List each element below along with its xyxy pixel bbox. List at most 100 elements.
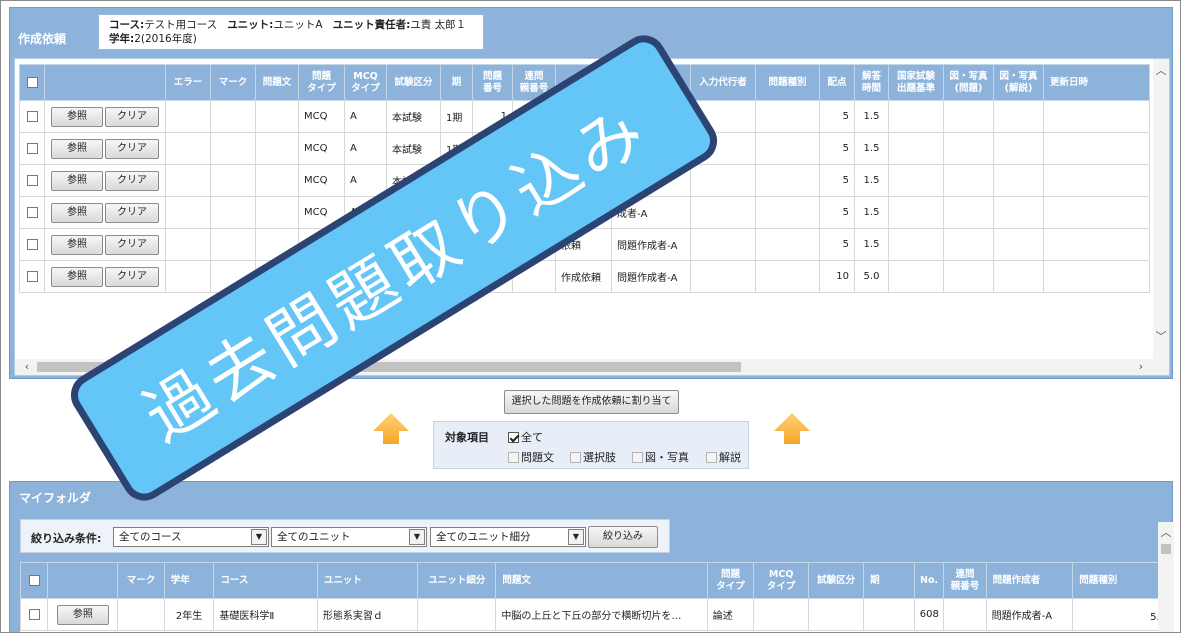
chevron-down-icon[interactable]: ▼ — [251, 529, 267, 545]
reference-button[interactable]: 参照 — [56, 604, 109, 625]
row-checkbox[interactable] — [26, 110, 38, 122]
request-row: 参照 クリア 作成依頼 問題作成者-A 10 5.0 — [19, 260, 1150, 293]
col-header: 問題種別 — [755, 64, 820, 101]
cell-error — [165, 260, 211, 293]
select-all-header[interactable] — [19, 64, 45, 101]
row-checkbox[interactable] — [26, 206, 38, 218]
scroll-left-icon[interactable]: ‹ — [19, 359, 35, 375]
cell-kind — [755, 260, 820, 293]
row-action-cell: 参照 クリア — [44, 260, 166, 293]
filter-button[interactable]: 絞り込み — [588, 526, 658, 548]
cell-updated — [1043, 164, 1150, 197]
row-select-cell[interactable] — [19, 132, 45, 165]
col-header: 問題作成者 — [985, 562, 1074, 599]
cell-fig_a — [993, 164, 1044, 197]
cell-error — [165, 100, 211, 133]
cell-updated — [1043, 100, 1150, 133]
select-all-checkbox[interactable] — [28, 574, 40, 586]
reference-button[interactable]: 参照 — [51, 202, 103, 223]
row-select-cell[interactable] — [19, 164, 45, 197]
col-header: 連問 親番号 — [943, 562, 987, 599]
clear-button[interactable]: クリア — [105, 266, 159, 287]
target-option-choices[interactable]: 選択肢 — [570, 449, 616, 465]
target-option-explanation[interactable]: 解説 — [706, 449, 741, 465]
scroll-down-icon[interactable]: ﹀ — [1153, 329, 1169, 345]
row-action-cell: 参照 クリア — [44, 132, 166, 165]
target-option-checkbox[interactable] — [706, 451, 717, 463]
target-option-figures[interactable]: 図・写真 — [632, 449, 689, 465]
cell-unit_detail — [417, 598, 497, 631]
clear-button[interactable]: クリア — [105, 170, 159, 191]
target-option-checkbox[interactable] — [570, 451, 581, 463]
row-checkbox[interactable] — [26, 270, 38, 282]
course-info-box: コース:テスト用コース ユニット:ユニットA ユニット責任者:ユ責 太郎１ 学年… — [98, 14, 484, 50]
cell-kind — [755, 164, 820, 197]
reference-button[interactable]: 参照 — [51, 234, 103, 255]
clear-button[interactable]: クリア — [105, 138, 159, 159]
select-all-checkbox[interactable] — [26, 76, 38, 88]
cell-fig_a — [993, 260, 1044, 293]
cell-updated — [1043, 196, 1150, 229]
col-header: 問題種別 — [1072, 562, 1160, 599]
target-all-option[interactable]: 全て — [508, 429, 543, 445]
reference-button[interactable]: 参照 — [51, 170, 103, 191]
cell-proxy — [690, 196, 756, 229]
target-option-checkbox[interactable] — [632, 451, 643, 463]
cell-term — [863, 598, 915, 631]
my-folder-vertical-scrollbar[interactable]: ︿ — [1158, 522, 1174, 632]
cell-error — [165, 132, 211, 165]
col-header: 更新日時 — [1043, 64, 1150, 101]
target-option-checkbox[interactable] — [508, 451, 519, 463]
chevron-down-icon[interactable]: ▼ — [568, 529, 584, 545]
cell-grade: 2年生 — [163, 598, 215, 631]
row-checkbox[interactable] — [26, 174, 38, 186]
assign-selected-button[interactable]: 選択した問題を作成依頼に割り当て — [504, 390, 679, 414]
clear-button[interactable]: クリア — [105, 234, 159, 255]
cell-mark — [210, 196, 256, 229]
clear-button[interactable]: クリア — [105, 106, 159, 127]
col-header: 問題文 — [255, 64, 299, 101]
col-header: 問題 タイプ — [706, 562, 755, 599]
cell-author: 問題作成者-A — [611, 228, 691, 261]
unit-detail-select[interactable]: 全てのユニット細分 ▼ — [430, 527, 586, 547]
scroll-up-icon[interactable]: ︿ — [1158, 525, 1174, 541]
cell-national — [888, 228, 944, 261]
row-checkbox[interactable] — [26, 142, 38, 154]
vertical-scroll-thumb[interactable] — [1161, 544, 1171, 554]
course-select[interactable]: 全てのコース ▼ — [113, 527, 269, 547]
cell-fig_q — [943, 164, 994, 197]
target-all-checkbox[interactable] — [508, 431, 519, 443]
col-header: No. — [913, 562, 945, 599]
row-select-cell[interactable] — [19, 196, 45, 229]
row-checkbox[interactable] — [28, 608, 40, 620]
target-option-question[interactable]: 問題文 — [508, 449, 554, 465]
col-header: 国家試験 出題基準 — [888, 64, 944, 101]
cell-fig_q — [943, 196, 994, 229]
cell-time: 1.5 — [854, 228, 889, 261]
cell-text: 中脳の上丘と下丘の部分で横断切片を… — [495, 598, 708, 631]
scroll-right-icon[interactable]: › — [1133, 359, 1149, 375]
cell-text — [255, 196, 299, 229]
select-all-header[interactable] — [20, 562, 49, 599]
row-select-cell[interactable] — [19, 228, 45, 261]
row-action-cell: 参照 クリア — [44, 196, 166, 229]
request-vertical-scrollbar[interactable]: ︿ ﹀ — [1153, 59, 1169, 375]
cell-time: 1.5 — [854, 164, 889, 197]
row-select-cell[interactable] — [20, 598, 49, 631]
my-folder-panel: マイフォルダ 絞り込み条件: 全てのコース ▼ 全てのユニット ▼ 全てのユニッ… — [9, 481, 1174, 632]
cell-qtype: 論述 — [706, 598, 755, 631]
reference-button[interactable]: 参照 — [51, 138, 103, 159]
row-select-cell[interactable] — [19, 100, 45, 133]
reference-button[interactable]: 参照 — [51, 106, 103, 127]
row-select-cell[interactable] — [19, 260, 45, 293]
action-header — [44, 64, 166, 101]
action-header — [47, 562, 119, 599]
clear-button[interactable]: クリア — [105, 202, 159, 223]
chevron-down-icon[interactable]: ▼ — [409, 529, 425, 545]
unit-select[interactable]: 全てのユニット ▼ — [271, 527, 427, 547]
reference-button[interactable]: 参照 — [51, 266, 103, 287]
row-checkbox[interactable] — [26, 238, 38, 250]
cell-fig_a — [993, 132, 1044, 165]
scroll-up-icon[interactable]: ︿ — [1153, 63, 1169, 79]
col-header: 配点 — [819, 64, 855, 101]
